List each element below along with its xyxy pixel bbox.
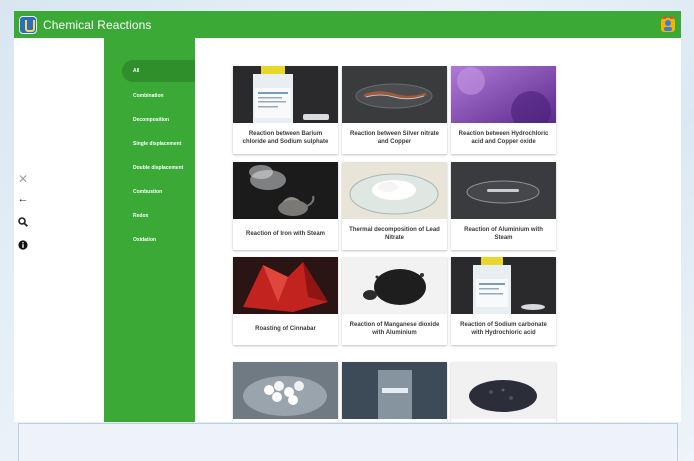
reaction-card[interactable]: Reaction of Sodium carbonate with Hydroc… (451, 257, 556, 345)
reagent-bottle-photo (451, 257, 556, 314)
reaction-card[interactable]: Reaction between Silver nitrate and Copp… (342, 66, 447, 154)
info-icon[interactable] (14, 236, 32, 254)
purple-powder-photo (451, 66, 556, 123)
user-avatar-icon[interactable] (660, 16, 676, 33)
reaction-card[interactable]: Roasting of Cinnabar (233, 257, 338, 345)
steaming-kettle-photo (233, 162, 338, 219)
white-pellets-photo (233, 362, 338, 419)
sidebar-item-combustion[interactable]: Combustion (122, 181, 195, 203)
app-logo-icon (19, 15, 37, 34)
copper-wire-in-dish-photo (342, 66, 447, 123)
reaction-card[interactable] (233, 362, 338, 422)
close-icon[interactable]: ✕ (14, 170, 32, 188)
back-arrow-icon[interactable]: ← (14, 190, 32, 208)
app-window: Chemical Reactions ✕ ← All Combination D… (14, 11, 681, 422)
card-caption: Reaction of Manganese dioxide with Alumi… (349, 321, 440, 336)
reagent-bottle-photo (233, 66, 338, 123)
black-powder-photo (342, 257, 447, 314)
card-caption: Roasting of Cinnabar (255, 325, 316, 332)
sidebar-item-decomposition[interactable]: Decomposition (122, 109, 195, 131)
sidebar-item-double-displacement[interactable]: Double displacement (122, 157, 195, 179)
card-caption: Reaction of Iron with Steam (245, 230, 325, 237)
card-caption: Reaction between Barium chloride and Sod… (242, 130, 329, 145)
reaction-card[interactable]: Reaction between Hydrochloric acid and C… (451, 66, 556, 154)
glass-dish-photo (451, 162, 556, 219)
red-crystal-photo (233, 257, 338, 314)
reaction-grid: Reaction between Barium chloride and Sod… (195, 38, 681, 422)
reaction-card[interactable]: Reaction of Manganese dioxide with Alumi… (342, 257, 447, 345)
card-caption: Thermal decomposition of Lead Nitrate (349, 226, 440, 241)
card-caption: Reaction between Hydrochloric acid and C… (458, 130, 549, 145)
reaction-card[interactable]: Reaction between Barium chloride and Sod… (233, 66, 338, 154)
sidebar-item-combination[interactable]: Combination (122, 85, 195, 107)
reaction-card[interactable]: Reaction of Aluminium with Steam (451, 162, 556, 250)
tool-strip: ✕ ← (14, 38, 104, 422)
reaction-card[interactable] (451, 362, 556, 422)
white-crystals-photo (342, 162, 447, 219)
flask-photo (342, 362, 447, 419)
sidebar-item-oxidation[interactable]: Oxidation (122, 229, 195, 251)
bottom-panel (18, 423, 678, 461)
sidebar-item-all[interactable]: All (122, 60, 195, 82)
sidebar-item-single-displacement[interactable]: Single displacement (122, 133, 195, 155)
card-caption: Reaction of Sodium carbonate with Hydroc… (460, 321, 547, 336)
category-sidebar: All Combination Decomposition Single dis… (104, 38, 195, 422)
reaction-card[interactable]: Thermal decomposition of Lead Nitrate (342, 162, 447, 250)
reaction-card[interactable] (342, 362, 447, 422)
dark-granules-photo (451, 362, 556, 419)
app-title: Chemical Reactions (43, 17, 152, 32)
reaction-card[interactable]: Reaction of Iron with Steam (233, 162, 338, 250)
sidebar-item-redox[interactable]: Redox (122, 205, 195, 227)
card-caption: Reaction between Silver nitrate and Copp… (349, 130, 440, 145)
title-bar: Chemical Reactions (14, 11, 681, 38)
search-icon[interactable] (14, 213, 32, 231)
card-caption: Reaction of Aluminium with Steam (464, 226, 543, 241)
